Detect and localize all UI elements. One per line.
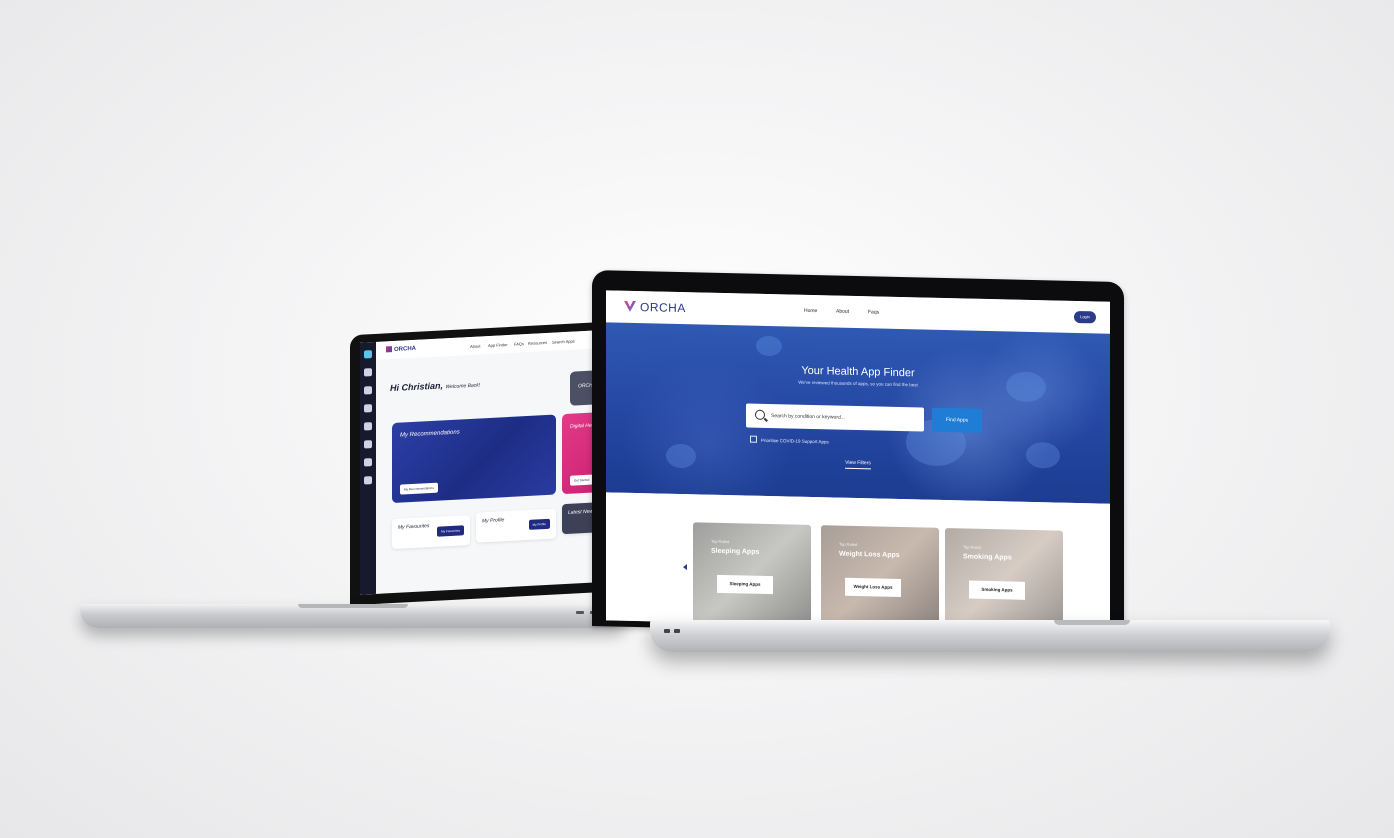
logo-text: ORCHA xyxy=(640,300,686,316)
hero-section: Your Health App Finder We've reviewed th… xyxy=(606,322,1110,504)
app-card-smoking[interactable]: Top Rated Smoking Apps Smoking Apps xyxy=(945,528,1063,631)
usb-port xyxy=(664,629,670,633)
usb-port xyxy=(674,629,680,633)
nav-link-faqs[interactable]: FAQs xyxy=(514,341,524,347)
search-icon xyxy=(755,409,765,420)
covid-checkbox-label: Prioritise COVID-19 Support Apps xyxy=(761,437,829,445)
nav-link-faqs[interactable]: Faqs xyxy=(868,309,879,315)
settings-icon[interactable] xyxy=(364,476,372,485)
home-icon[interactable] xyxy=(364,350,372,359)
search-icon[interactable] xyxy=(364,368,372,377)
smoking-apps-button[interactable]: Smoking Apps xyxy=(969,580,1025,600)
orcha-logo[interactable]: ORCHA xyxy=(386,345,416,354)
weight-loss-apps-button[interactable]: Weight Loss Apps xyxy=(845,577,901,598)
nav-link-resources[interactable]: Resources xyxy=(528,340,547,346)
back-laptop-notch xyxy=(298,604,408,608)
nav-link-about[interactable]: About xyxy=(836,309,849,315)
logo-text: ORCHA xyxy=(394,345,416,353)
orcha-logo-icon xyxy=(386,346,392,353)
app-card-title: Sleeping Apps xyxy=(711,547,760,556)
favourites-card[interactable]: My Favourites My Favourites xyxy=(392,514,470,550)
front-laptop-base xyxy=(650,620,1330,652)
recommendations-button[interactable]: My Recommendations xyxy=(400,482,438,495)
app-card-weight-loss[interactable]: Top Rated Weight Loss Apps Weight Loss A… xyxy=(821,525,939,628)
user-icon[interactable] xyxy=(364,404,372,413)
orcha-logo-icon xyxy=(624,301,636,312)
profile-card[interactable]: My Profile My Profile xyxy=(476,508,556,543)
profile-button[interactable]: My Profile xyxy=(528,518,550,530)
front-laptop-notch xyxy=(1054,620,1130,625)
greeting-name: Hi Christian, xyxy=(390,380,444,394)
checkbox-icon[interactable] xyxy=(750,435,757,443)
nav-link-about[interactable]: About xyxy=(470,343,480,349)
front-laptop: ORCHA Home About Faqs Login Your Health … xyxy=(592,270,1124,639)
nav-link-app-finder[interactable]: App Finder xyxy=(488,342,508,348)
greeting-rest: Welcome Back! xyxy=(445,382,481,391)
nav-link-home[interactable]: Home xyxy=(804,308,817,314)
login-button[interactable]: Login xyxy=(1074,310,1096,324)
book-icon[interactable] xyxy=(364,440,372,449)
profile-title: My Profile xyxy=(482,517,505,525)
app-card-title: Smoking Apps xyxy=(963,553,1012,562)
view-filters-label: View Filters xyxy=(845,459,871,470)
search-input[interactable]: Search by condition or keyword... xyxy=(746,403,924,432)
recommendations-title: My Recommendations xyxy=(400,429,460,439)
back-laptop-base xyxy=(80,604,630,628)
app-card-title: Weight Loss Apps xyxy=(839,550,900,559)
app-category-carousel: Top Rated Sleeping Apps Sleeping Apps To… xyxy=(606,492,1110,632)
carousel-prev-icon[interactable] xyxy=(683,564,687,571)
covid-checkbox[interactable]: Prioritise COVID-19 Support Apps xyxy=(750,435,829,445)
sleeping-apps-button[interactable]: Sleeping Apps xyxy=(717,574,773,595)
app-card-tag: Top Rated xyxy=(839,541,858,548)
search-placeholder: Search by condition or keyword... xyxy=(771,413,845,421)
app-card-tag: Top Rated xyxy=(963,544,982,550)
recommendations-card[interactable]: My Recommendations My Recommendations xyxy=(392,414,556,504)
news-icon[interactable] xyxy=(364,458,372,467)
heart-icon[interactable] xyxy=(364,422,372,431)
front-laptop-screen: ORCHA Home About Faqs Login Your Health … xyxy=(606,290,1110,632)
back-laptop: ORCHA About App Finder FAQs Resources Se… xyxy=(298,296,638,606)
get-started-button[interactable]: Get Started xyxy=(570,474,594,486)
phone-icon[interactable] xyxy=(364,386,372,395)
nav-link-search-apps[interactable]: Search Apps xyxy=(552,338,575,344)
find-apps-button[interactable]: Find Apps xyxy=(932,407,982,433)
jellyfish-decoration xyxy=(756,335,782,357)
welcome-heading: Hi Christian, Welcome Back! xyxy=(390,378,480,393)
app-card-sleeping[interactable]: Top Rated Sleeping Apps Sleeping Apps xyxy=(693,522,811,625)
usb-port xyxy=(576,611,584,614)
orcha-logo[interactable]: ORCHA xyxy=(624,300,686,315)
favourites-button[interactable]: My Favourites xyxy=(437,525,464,537)
app-card-tag: Top Rated xyxy=(711,538,730,545)
dashboard-sidebar xyxy=(360,341,376,595)
favourites-title: My Favourites xyxy=(398,523,430,531)
